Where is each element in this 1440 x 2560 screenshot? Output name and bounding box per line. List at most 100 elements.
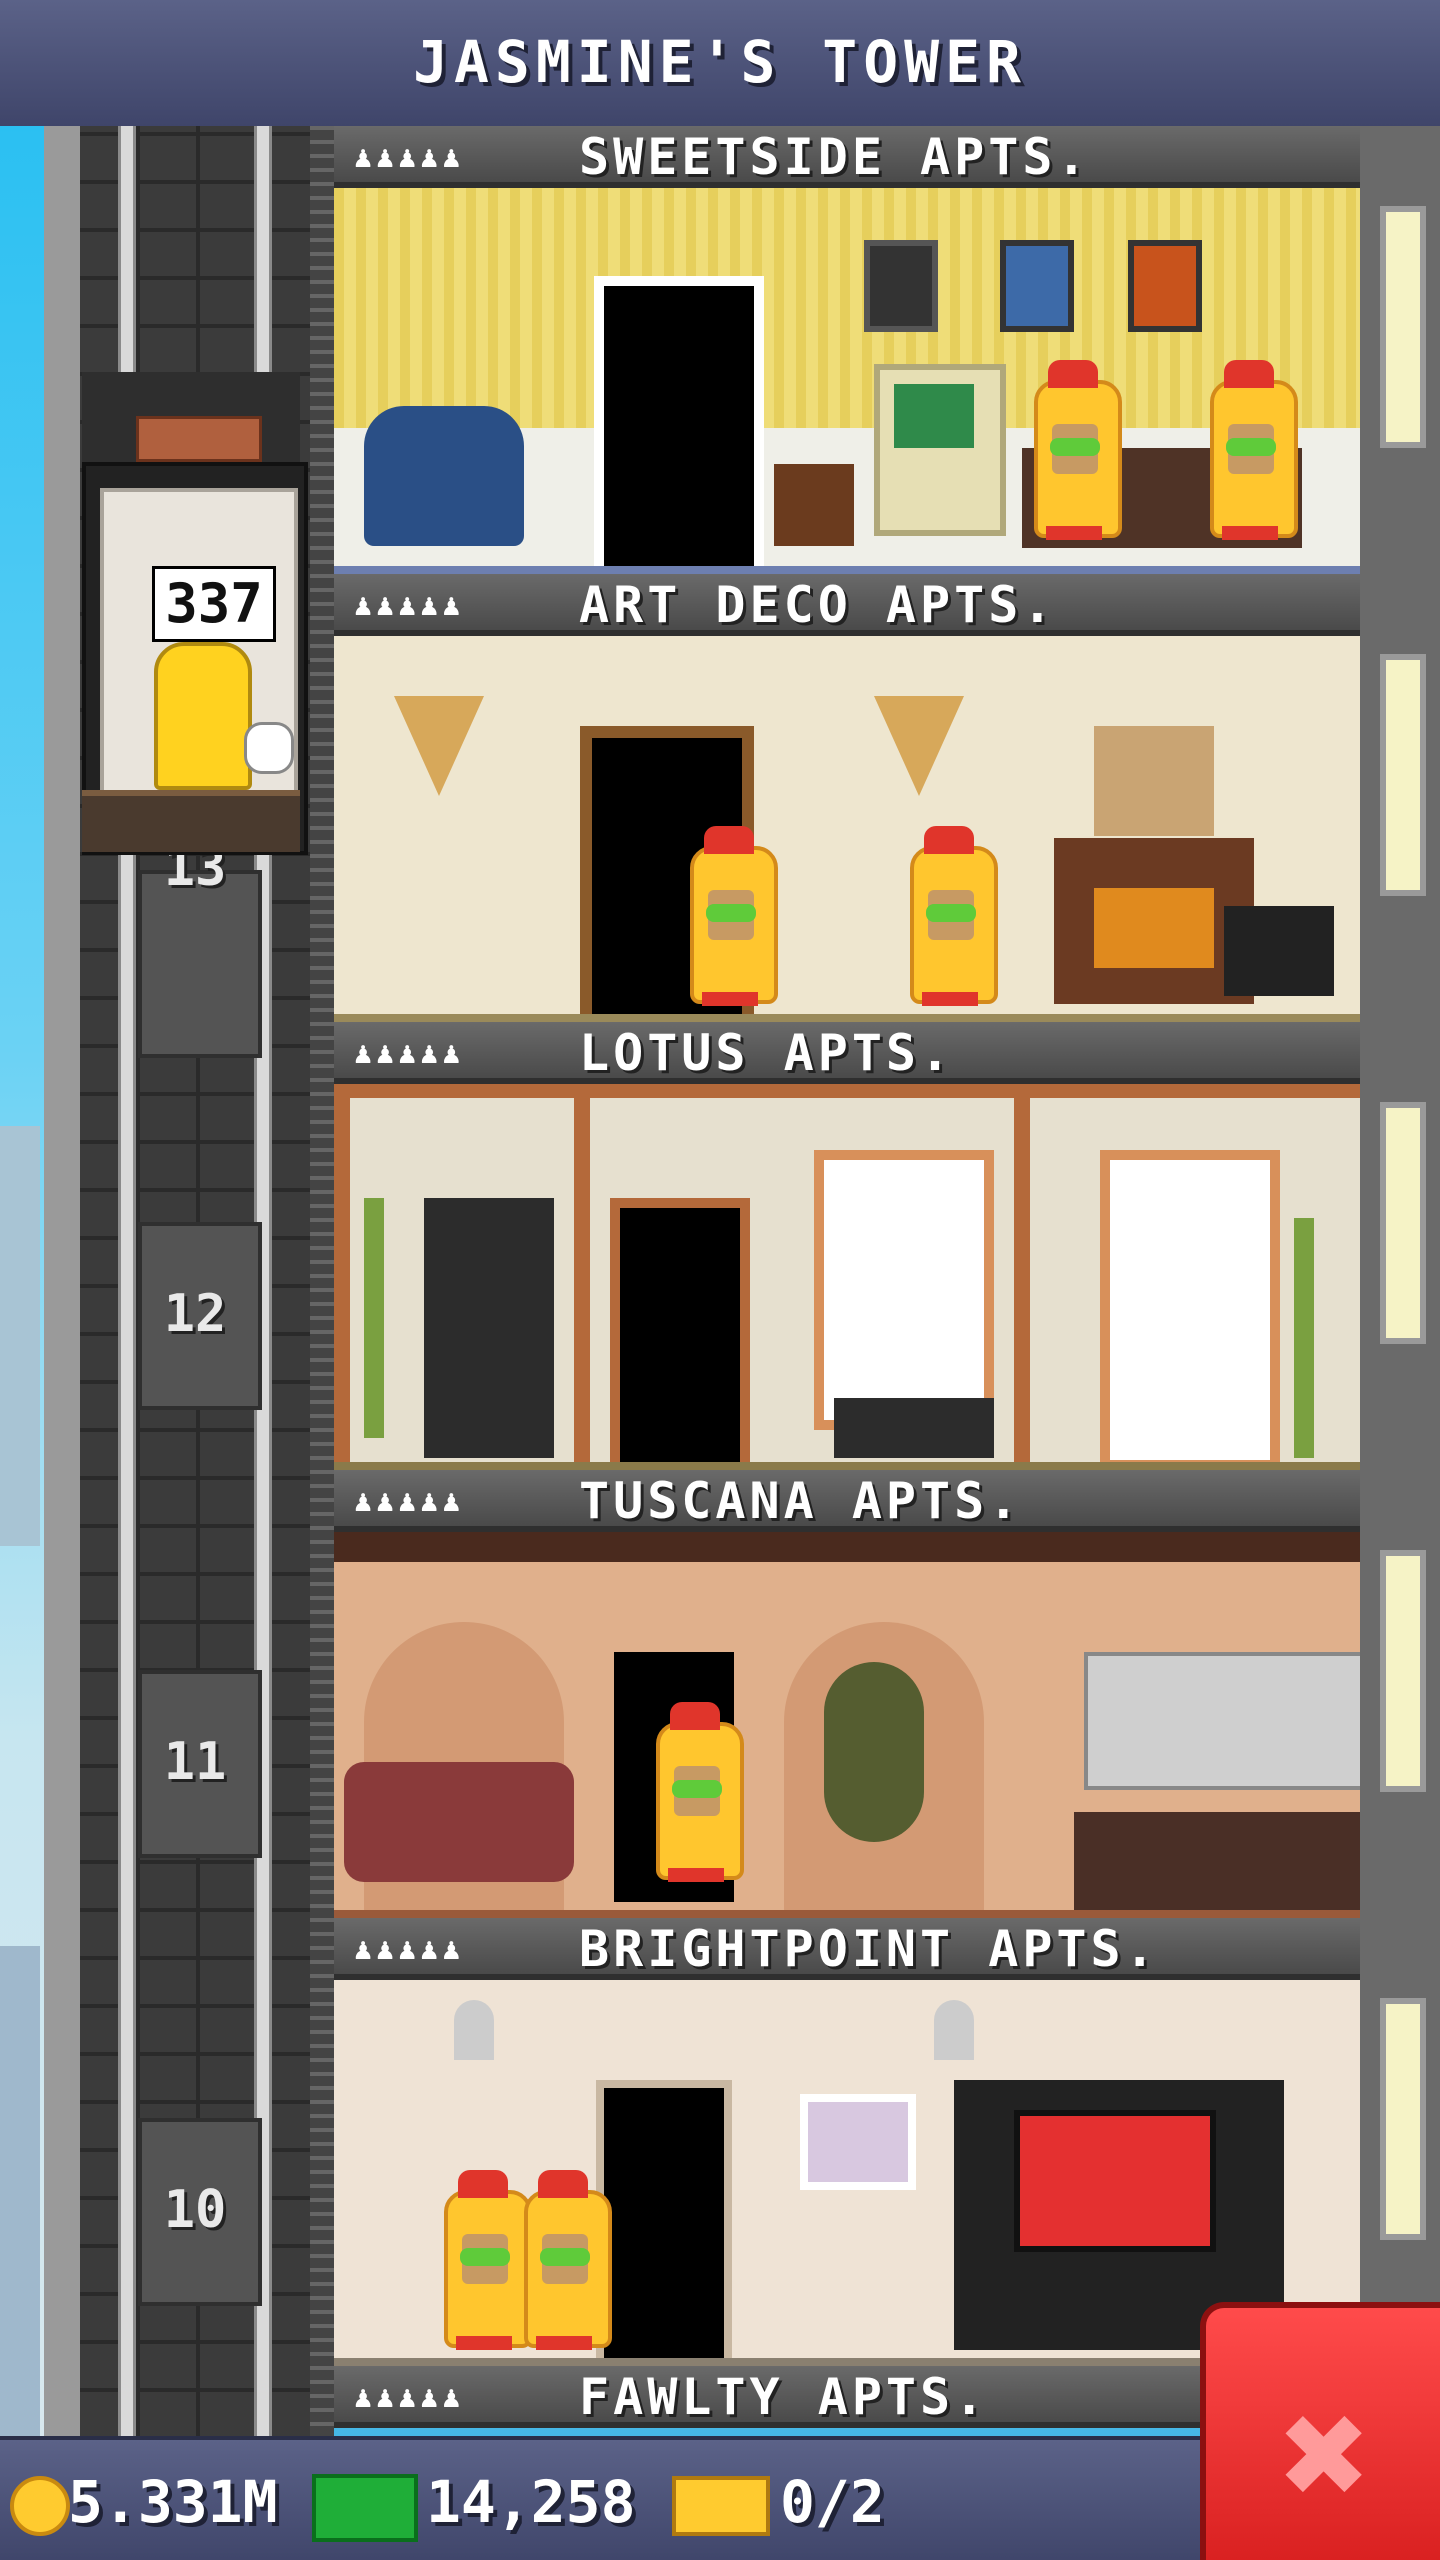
room-interior bbox=[334, 636, 1360, 1014]
elevator-interior: 337 bbox=[100, 488, 298, 796]
wall-sconce bbox=[394, 696, 484, 796]
fire bbox=[1094, 888, 1214, 968]
wall-painting bbox=[800, 2094, 916, 2190]
kitchen-counter bbox=[1074, 1812, 1360, 1912]
side-window bbox=[1380, 654, 1426, 896]
coin-balance: 5.331M bbox=[68, 2468, 278, 2536]
apartment-door[interactable] bbox=[594, 276, 764, 566]
wood-pillar bbox=[1014, 1098, 1030, 1476]
floor-header: ♟♟♟♟♟ ART DECO APTS. bbox=[334, 574, 1360, 636]
floor-base bbox=[334, 1462, 1360, 1470]
resident-count-icons: ♟♟♟♟♟ bbox=[354, 1036, 465, 1071]
floor-header: ♟♟♟♟♟ TUSCANA APTS. bbox=[334, 1470, 1360, 1532]
kitchen-cabinets bbox=[1084, 1652, 1360, 1790]
floor-name: SWEETSIDE APTS. bbox=[579, 128, 1091, 186]
side-window bbox=[1380, 1550, 1426, 1792]
resident-count-icons: ♟♟♟♟♟ bbox=[354, 1932, 465, 1967]
wall-sconce bbox=[874, 696, 964, 796]
chicken-costume-resident[interactable] bbox=[514, 2170, 614, 2350]
floor-header: ♟♟♟♟♟ BRIGHTPOINT APTS. bbox=[334, 1918, 1360, 1980]
game-screen: JASMINE'S TOWER 13 12 11 10 337 ♟♟♟♟♟ SW… bbox=[0, 0, 1440, 2560]
floor-tuscana[interactable]: ♟♟♟♟♟ TUSCANA APTS. bbox=[334, 1470, 1360, 1940]
close-button[interactable]: ✖ bbox=[1200, 2302, 1440, 2560]
elevator-floor bbox=[82, 790, 300, 852]
side-table bbox=[774, 464, 854, 546]
resident-count-icons: ♟♟♟♟♟ bbox=[354, 140, 465, 175]
topiary-plant bbox=[824, 1662, 924, 1842]
floor-sweetside[interactable]: ♟♟♟♟♟ SWEETSIDE APTS. bbox=[334, 126, 1360, 574]
floor-name: BRIGHTPOINT APTS. bbox=[579, 1920, 1159, 1978]
ceiling-lamp bbox=[934, 2000, 974, 2060]
floor-number: 10 bbox=[163, 2180, 227, 2240]
picture-frame bbox=[1000, 240, 1074, 332]
elevator-passenger bbox=[154, 642, 252, 790]
low-table bbox=[834, 1398, 994, 1458]
bamboo-plant bbox=[1294, 1218, 1314, 1458]
speaker bbox=[1224, 906, 1334, 996]
floor-base bbox=[334, 1014, 1360, 1022]
background-building bbox=[0, 1126, 40, 1546]
floor-base bbox=[334, 1910, 1360, 1918]
coin-icon bbox=[10, 2476, 70, 2536]
bux-balance: 14,258 bbox=[426, 2468, 636, 2536]
floor-name: TUSCANA APTS. bbox=[579, 1472, 1023, 1530]
resident-count-icons: ♟♟♟♟♟ bbox=[354, 1484, 465, 1519]
television bbox=[1014, 2110, 1216, 2252]
wood-pillar bbox=[574, 1098, 590, 1476]
close-icon: ✖ bbox=[1280, 2368, 1372, 2542]
resident-count-icons: ♟♟♟♟♟ bbox=[354, 2380, 465, 2415]
flower-vase-painting bbox=[1094, 726, 1214, 836]
floor-number: 12 bbox=[163, 1284, 227, 1344]
floor-base bbox=[334, 566, 1360, 574]
floor-name: FAWLTY APTS. bbox=[579, 2368, 989, 2426]
apartment-door[interactable] bbox=[596, 2080, 732, 2358]
chicken-pet bbox=[244, 722, 294, 774]
chicken-costume-resident[interactable] bbox=[1200, 360, 1300, 540]
floor-header: ♟♟♟♟♟ LOTUS APTS. bbox=[334, 1022, 1360, 1084]
floor-header: ♟♟♟♟♟ SWEETSIDE APTS. bbox=[334, 126, 1360, 188]
sky-background bbox=[0, 126, 44, 2436]
shoji-window bbox=[1100, 1150, 1280, 1470]
room-interior bbox=[334, 188, 1360, 566]
tower-right-wall bbox=[1360, 126, 1440, 2436]
ceiling-lamp bbox=[454, 2000, 494, 2060]
shaft-frame bbox=[44, 126, 84, 2436]
armchair bbox=[364, 406, 524, 546]
side-window bbox=[1380, 1102, 1426, 1344]
elevator-counter: 337 bbox=[152, 566, 276, 642]
resident-count-icons: ♟♟♟♟♟ bbox=[354, 588, 465, 623]
floor-name: LOTUS APTS. bbox=[579, 1024, 955, 1082]
tower-bux-icon bbox=[312, 2474, 418, 2542]
chicken-costume-resident[interactable] bbox=[646, 1702, 746, 1882]
side-window bbox=[1380, 206, 1426, 448]
floor-lotus[interactable]: ♟♟♟♟♟ LOTUS APTS. bbox=[334, 1022, 1360, 1476]
chicken-costume-resident[interactable] bbox=[680, 826, 780, 1006]
chicken-costume-resident[interactable] bbox=[1024, 360, 1124, 540]
ticket-count: 0/2 bbox=[780, 2468, 885, 2536]
picture-frame bbox=[864, 240, 938, 332]
shoji-window bbox=[814, 1150, 994, 1430]
tower-title: JASMINE'S TOWER bbox=[413, 28, 1027, 96]
shaft-edge bbox=[310, 126, 334, 2436]
room-interior bbox=[334, 1980, 1360, 2358]
side-window bbox=[1380, 1998, 1426, 2240]
ticket-icon bbox=[672, 2476, 770, 2536]
floor-name: ART DECO APTS. bbox=[579, 576, 1057, 634]
room-interior bbox=[334, 1084, 1360, 1476]
bamboo-plant bbox=[364, 1198, 384, 1438]
elevator-roof-box bbox=[136, 416, 262, 462]
wood-pillar bbox=[334, 1098, 350, 1476]
floor-number: 11 bbox=[163, 1732, 227, 1792]
background-building bbox=[0, 1946, 40, 2436]
shaft-floor-door bbox=[138, 870, 262, 1058]
room-interior bbox=[334, 1532, 1360, 1940]
floor-art-deco[interactable]: ♟♟♟♟♟ ART DECO APTS. bbox=[334, 574, 1360, 1022]
title-bar: JASMINE'S TOWER bbox=[0, 0, 1440, 130]
computer-screen bbox=[894, 384, 974, 448]
picture-frame bbox=[1128, 240, 1202, 332]
apartment-door[interactable] bbox=[610, 1198, 750, 1472]
retro-computer bbox=[874, 364, 1006, 536]
chicken-costume-resident[interactable] bbox=[900, 826, 1000, 1006]
floor-brightpoint[interactable]: ♟♟♟♟♟ BRIGHTPOINT APTS. bbox=[334, 1918, 1360, 2366]
sofa bbox=[344, 1762, 574, 1882]
